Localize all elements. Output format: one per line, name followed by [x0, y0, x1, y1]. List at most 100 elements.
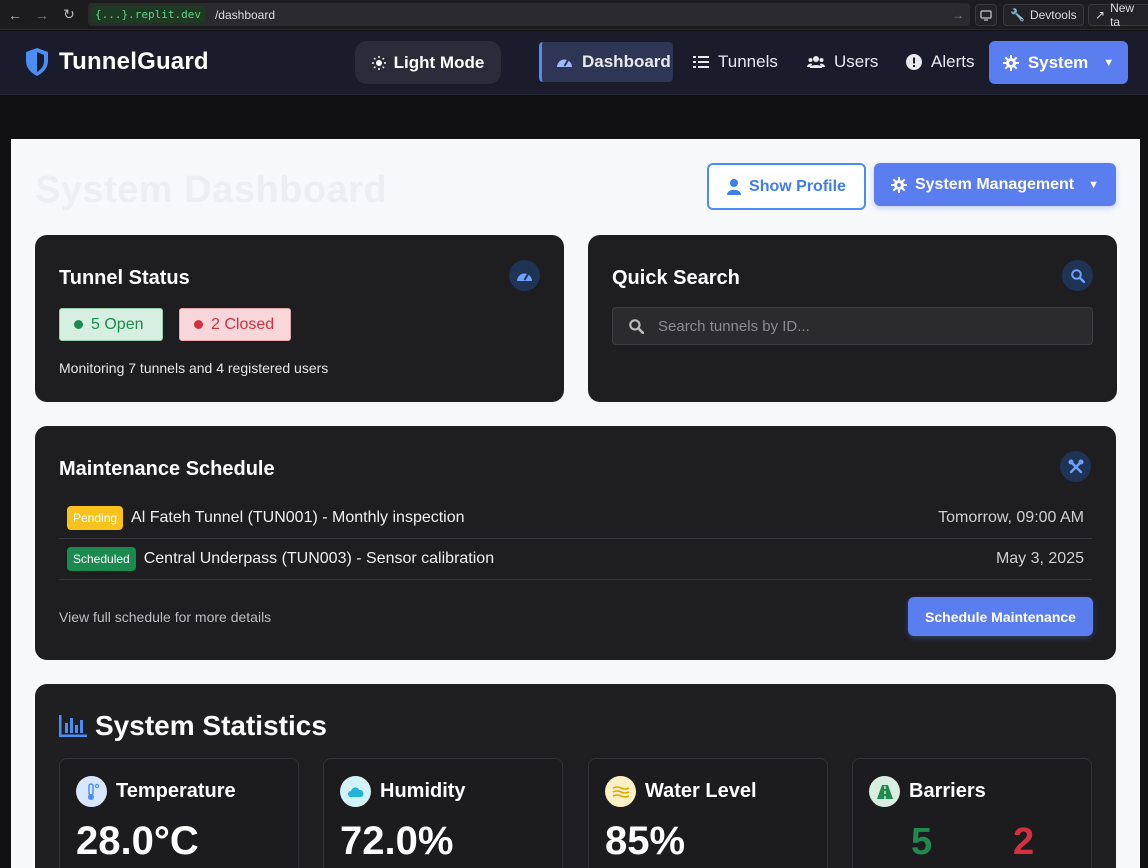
back-icon[interactable]: ← — [3, 3, 27, 27]
water-level-label: Water Level — [645, 780, 757, 802]
maintenance-title: Maintenance Schedule — [59, 458, 275, 480]
external-link-icon: ↗ — [1095, 8, 1106, 22]
sun-icon — [371, 55, 386, 70]
open-count-label: 5 Open — [91, 315, 144, 333]
brand-name: TunnelGuard — [59, 48, 209, 75]
gauge-icon — [557, 59, 572, 67]
nav-dashboard-label: Dashboard — [582, 52, 671, 71]
page-title: System Dashboard — [35, 169, 388, 211]
statistics-title: System Statistics — [95, 710, 327, 741]
tunnel-status-title: Tunnel Status — [59, 267, 190, 289]
url-host: {...}.replit.dev — [91, 6, 205, 23]
system-statistics-card: System Statistics Temperature 28.0°C Hum… — [35, 684, 1116, 868]
app-header: TunnelGuard Light Mode Dashboard Tunnels — [0, 31, 1148, 95]
nav-alerts[interactable]: Alerts — [906, 42, 974, 82]
new-tab-label: New ta — [1110, 1, 1135, 29]
show-profile-button[interactable]: Show Profile — [707, 163, 866, 210]
water-level-header: Water Level — [605, 776, 757, 807]
water-level-stat: Water Level 85% — [588, 758, 828, 868]
address-bar[interactable]: {...}.replit.dev /dashboard → — [88, 3, 970, 26]
road-icon — [869, 776, 900, 807]
barriers-open-count: 5 — [911, 821, 933, 863]
users-icon — [807, 56, 825, 68]
tunnel-status-card: Tunnel Status 5 Open 2 Closed Monitoring… — [35, 235, 564, 402]
quick-search-title: Quick Search — [612, 267, 740, 289]
closed-tunnels-badge[interactable]: 2 Closed — [179, 308, 291, 341]
maintenance-description: Central Underpass (TUN003) - Sensor cali… — [143, 550, 495, 567]
url-path: /dashboard — [214, 7, 276, 22]
statistics-heading: System Statistics — [59, 710, 327, 742]
schedule-maintenance-button[interactable]: Schedule Maintenance — [908, 597, 1093, 636]
tools-icon — [1060, 451, 1091, 482]
nav-tunnels[interactable]: Tunnels — [693, 42, 778, 82]
maintenance-row[interactable]: Pending Al Fateh Tunnel (TUN001) - Month… — [59, 498, 1092, 539]
search-field[interactable] — [612, 307, 1093, 345]
show-profile-label: Show Profile — [749, 177, 846, 195]
status-dot-closed — [194, 320, 203, 329]
nav-system-label: System — [1027, 52, 1089, 72]
user-icon — [727, 178, 742, 195]
alert-circle-icon — [906, 54, 922, 70]
system-management-label: System Management — [914, 175, 1075, 193]
main-content: System Dashboard Show Profile System Man… — [11, 139, 1140, 868]
water-level-value: 85% — [605, 819, 686, 863]
light-mode-toggle[interactable]: Light Mode — [355, 41, 501, 84]
search-icon — [629, 318, 644, 334]
thermometer-icon — [76, 776, 107, 807]
screen-icon[interactable] — [975, 4, 997, 26]
barriers-closed-count: 2 — [1013, 821, 1035, 863]
barriers-header: Barriers — [869, 776, 986, 807]
list-icon — [693, 56, 709, 68]
caret-down-icon: ▼ — [1103, 56, 1115, 69]
humidity-stat: Humidity 72.0% — [323, 758, 563, 868]
open-tunnels-badge[interactable]: 5 Open — [59, 308, 163, 341]
status-dot-open — [74, 320, 83, 329]
temperature-value: 28.0°C — [76, 819, 199, 863]
maintenance-row[interactable]: Scheduled Central Underpass (TUN003) - S… — [59, 539, 1092, 580]
schedule-footer-text: View full schedule for more details — [59, 609, 272, 625]
go-arrow-icon[interactable]: → — [952, 8, 964, 22]
nav-tunnels-label: Tunnels — [718, 52, 778, 71]
cloud-icon — [340, 776, 371, 807]
humidity-value: 72.0% — [340, 819, 454, 863]
temperature-header: Temperature — [76, 776, 236, 807]
search-icon — [1062, 260, 1093, 291]
maintenance-card: Maintenance Schedule Pending Al Fateh Tu… — [35, 426, 1116, 660]
wrench-icon: 🔧 — [1010, 8, 1025, 22]
closed-count-label: 2 Closed — [211, 315, 275, 333]
barriers-label: Barriers — [909, 780, 986, 802]
light-mode-label: Light Mode — [393, 52, 485, 72]
nav-system-dropdown[interactable]: System ▼ — [989, 41, 1128, 84]
new-tab-button[interactable]: ↗ New ta — [1088, 1, 1148, 29]
barriers-stat: Barriers 5 2 — [852, 758, 1092, 868]
devtools-button[interactable]: 🔧 Devtools — [1003, 4, 1084, 26]
chart-bar-icon — [59, 715, 87, 737]
temperature-label: Temperature — [116, 780, 236, 802]
monitoring-summary: Monitoring 7 tunnels and 4 registered us… — [59, 360, 329, 376]
maintenance-date: Tomorrow, 09:00 AM — [938, 509, 1084, 526]
nav-dashboard[interactable]: Dashboard — [539, 42, 673, 82]
speedometer-icon — [509, 260, 540, 291]
caret-down-icon: ▼ — [1088, 178, 1100, 191]
reload-icon[interactable]: ↻ — [57, 3, 81, 27]
browser-toolbar: ← → ↻ {...}.replit.dev /dashboard → 🔧 De… — [0, 0, 1148, 30]
nav-alerts-label: Alerts — [931, 52, 975, 71]
humidity-header: Humidity — [340, 776, 466, 807]
forward-icon[interactable]: → — [30, 3, 54, 27]
search-input[interactable] — [658, 317, 1078, 335]
water-waves-icon — [605, 776, 636, 807]
status-badge-pending: Pending — [67, 506, 124, 530]
nav-users-label: Users — [834, 52, 879, 71]
status-badge-scheduled: Scheduled — [67, 547, 136, 571]
gear-icon — [1002, 54, 1019, 71]
nav-users[interactable]: Users — [807, 42, 878, 82]
maintenance-description: Al Fateh Tunnel (TUN001) - Monthly inspe… — [131, 509, 465, 526]
devtools-label: Devtools — [1029, 8, 1077, 22]
humidity-label: Humidity — [380, 780, 466, 802]
gear-icon — [890, 176, 907, 193]
shield-icon — [26, 48, 48, 76]
temperature-stat: Temperature 28.0°C — [59, 758, 299, 868]
brand-logo[interactable]: TunnelGuard — [24, 47, 209, 77]
system-management-dropdown[interactable]: System Management ▼ — [874, 163, 1116, 206]
maintenance-date: May 3, 2025 — [995, 550, 1084, 567]
